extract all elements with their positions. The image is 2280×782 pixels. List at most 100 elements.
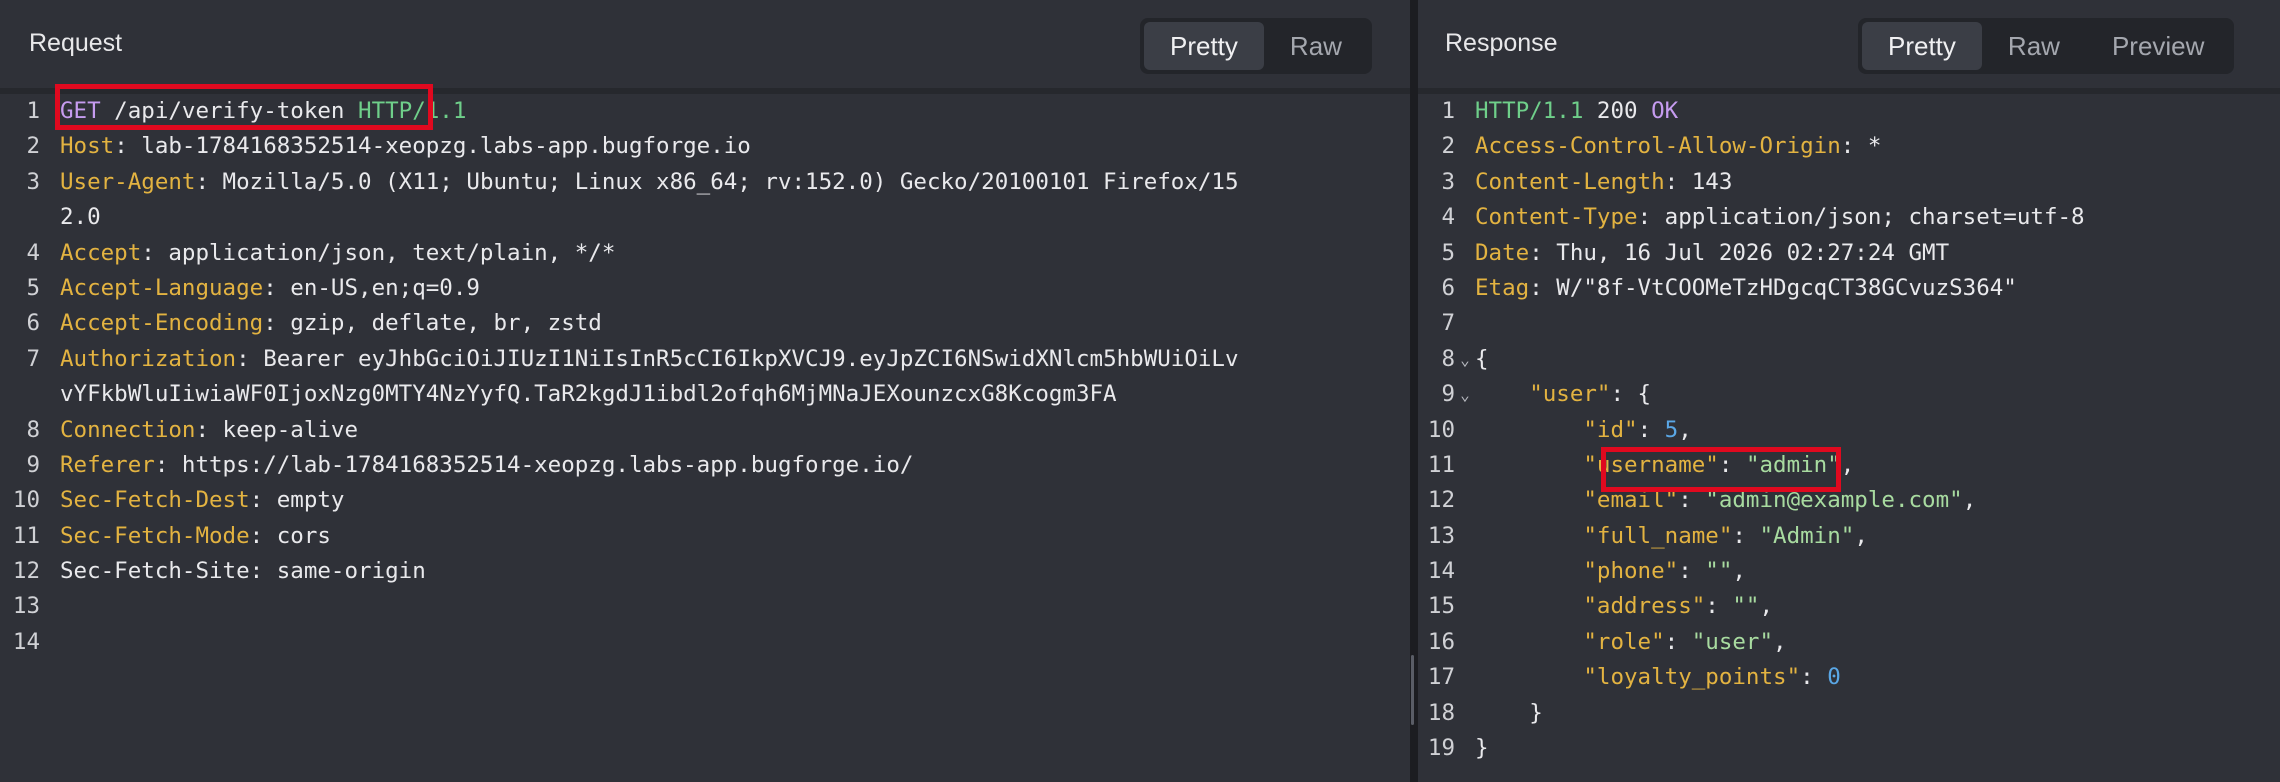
- code-line: 6 Etag: W/"8f-VtCOOMeTzHDgcqCT38GCvuzS364…: [1418, 271, 2085, 306]
- json-number: 0: [1827, 664, 1841, 691]
- header-value: : https://lab-1784168352514-xeopzg.labs-…: [154, 451, 914, 478]
- chevron-down-icon[interactable]: ⌄: [1455, 377, 1475, 412]
- line-number: 2: [1441, 133, 1455, 160]
- code-line: 5 Accept-Language: en-US,en;q=0.9: [0, 271, 1239, 306]
- response-tab-pretty[interactable]: Pretty: [1862, 22, 1982, 70]
- code-line: 12 Sec-Fetch-Site: same-origin: [0, 554, 1239, 589]
- code-line: 14: [0, 625, 1239, 660]
- request-editor[interactable]: 1 GET /api/verify-token HTTP/1.1 2 Host: …: [0, 84, 1410, 782]
- json-field: 13 "full_name": "Admin",: [1418, 519, 2085, 554]
- line-number: 14: [12, 628, 40, 655]
- response-header: Response Pretty Raw Preview: [1418, 0, 2280, 94]
- header-key: Host: [60, 133, 115, 160]
- header-value: : gzip, deflate, br, zstd: [263, 310, 602, 337]
- line-number: 15: [1427, 593, 1455, 620]
- line-number: 11: [12, 522, 40, 549]
- header-key: Etag: [1475, 274, 1530, 301]
- request-tab-pretty[interactable]: Pretty: [1144, 22, 1264, 70]
- line-number: 14: [1427, 558, 1455, 585]
- line-number: 4: [26, 239, 40, 266]
- request-code: 1 GET /api/verify-token HTTP/1.1 2 Host: …: [0, 94, 1239, 660]
- header-key: Accept-Encoding: [60, 310, 264, 337]
- request-tab-raw[interactable]: Raw: [1264, 22, 1368, 70]
- username-highlight-box: [1601, 447, 1841, 492]
- line-number: 7: [1441, 310, 1455, 337]
- json-sep: :: [1705, 593, 1733, 620]
- code-line: 3 Content-Length: 143: [1418, 165, 2085, 200]
- response-tab-raw[interactable]: Raw: [1982, 22, 2086, 70]
- json-sep: :: [1800, 664, 1828, 691]
- json-field: 17 "loyalty_points": 0: [1418, 660, 2085, 695]
- json-close-brace: }: [1475, 735, 1489, 762]
- header-value: : cors: [249, 522, 331, 549]
- line-number: 10: [12, 487, 40, 514]
- header-value: : application/json, text/plain, */*: [141, 239, 616, 266]
- header-value: : lab-1784168352514-xeopzg.labs-app.bugf…: [114, 133, 751, 160]
- line-number: 4: [1441, 204, 1455, 231]
- line-number: 1: [1441, 98, 1455, 124]
- code-line: 9 Referer: https://lab-1784168352514-xeop…: [0, 448, 1239, 483]
- line-number: 9: [1441, 381, 1455, 408]
- http-inspector: Request Pretty Raw 1 GET /api/verify-tok…: [0, 0, 2280, 782]
- line-number: 18: [1427, 699, 1455, 726]
- header-value: : 143: [1664, 168, 1733, 195]
- line-number: 9: [26, 451, 40, 478]
- status-code: 200: [1583, 98, 1652, 124]
- json-field: 15 "address": "",: [1418, 589, 2085, 624]
- header-value: : application/json; charset=utf-8: [1637, 204, 2085, 231]
- line-number: 17: [1427, 664, 1455, 691]
- code-line: 9 ⌄ "user": {: [1418, 377, 2085, 412]
- json-comma: ,: [1962, 487, 1977, 514]
- code-line: 10 Sec-Fetch-Dest: empty: [0, 483, 1239, 518]
- json-comma: ,: [1732, 558, 1746, 585]
- header-key: Accept: [60, 239, 142, 266]
- header-key: Sec-Fetch-Site: [60, 558, 250, 585]
- json-key: "address": [1583, 593, 1706, 620]
- json-field: 14 "phone": "",: [1418, 554, 2085, 589]
- line-number: 12: [12, 558, 40, 585]
- code-line: 8 Connection: keep-alive: [0, 413, 1239, 448]
- request-title: Request: [29, 29, 123, 57]
- json-comma: ,: [1840, 451, 1855, 478]
- code-line: 5 Date: Thu, 16 Jul 2026 02:27:24 GMT: [1418, 236, 2085, 271]
- header-value: : *: [1840, 133, 1882, 160]
- code-line: 8 ⌄{: [1418, 342, 2085, 377]
- json-key: "user": [1529, 381, 1611, 408]
- code-line: 2 Access-Control-Allow-Origin: *: [1418, 129, 2085, 164]
- json-comma: ,: [1854, 522, 1868, 549]
- response-code: 1 HTTP/1.1 200 OK 2 Access-Control-Allow-O…: [1418, 94, 2085, 766]
- header-key: Sec-Fetch-Mode: [60, 522, 250, 549]
- code-line: 4 Content-Type: application/json; charset…: [1418, 200, 2085, 235]
- request-view-toggle: Pretty Raw: [1140, 18, 1372, 74]
- line-number: 8: [1441, 345, 1455, 372]
- response-title: Response: [1445, 29, 1558, 57]
- code-line: 3 User-Agent: Mozilla/5.0 (X11; Ubuntu; L…: [0, 165, 1238, 200]
- header-key: Connection: [60, 416, 196, 443]
- json-key: "role": [1583, 628, 1665, 655]
- json-key: "phone": [1583, 558, 1679, 585]
- code-line-wrap: 2.0: [0, 200, 1239, 235]
- json-sep: :: [1732, 522, 1760, 549]
- line-number: 13: [1427, 522, 1455, 549]
- json-key: "id": [1583, 416, 1638, 443]
- json-number: 5: [1664, 416, 1679, 443]
- json-comma: ,: [1759, 593, 1774, 620]
- request-panel: Request Pretty Raw 1 GET /api/verify-tok…: [0, 0, 1410, 782]
- line-number: 3: [26, 168, 40, 195]
- request-header: Request Pretty Raw: [0, 0, 1410, 94]
- line-number: 11: [1427, 451, 1455, 478]
- response-editor[interactable]: 1 HTTP/1.1 200 OK 2 Access-Control-Allow-O…: [1418, 94, 2280, 782]
- header-value: : same-origin: [249, 558, 426, 585]
- header-key: Authorization: [60, 345, 237, 372]
- header-key: User-Agent: [60, 168, 196, 195]
- json-object-close: }: [1529, 699, 1543, 726]
- code-line: 7 Authorization: Bearer eyJhbGciOiJIUzI1N…: [0, 342, 1238, 377]
- code-line: 18 }: [1418, 696, 2085, 731]
- code-line: 11 Sec-Fetch-Mode: cors: [0, 519, 1239, 554]
- chevron-down-icon[interactable]: ⌄: [1455, 342, 1475, 377]
- splitter-handle[interactable]: [1411, 655, 1414, 725]
- code-line: 6 Accept-Encoding: gzip, deflate, br, zst…: [0, 306, 1239, 341]
- response-tab-preview[interactable]: Preview: [2086, 22, 2230, 70]
- line-number: 7: [26, 345, 40, 372]
- header-key: Referer: [60, 451, 155, 478]
